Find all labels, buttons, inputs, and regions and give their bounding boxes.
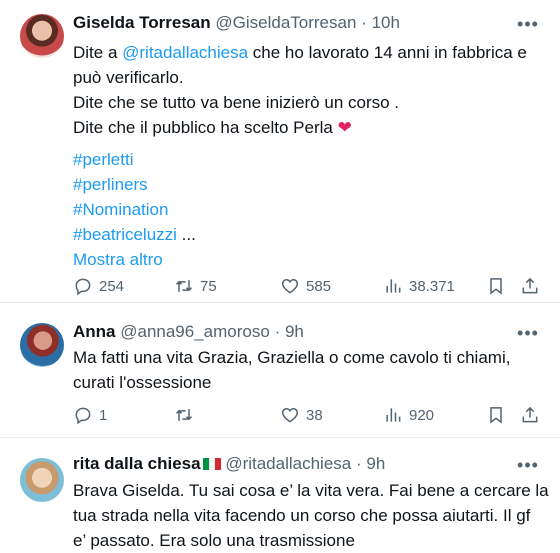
share-icon [522,406,538,423]
tweet-text: Ma fatti una vita Grazia, Graziella o co… [73,345,544,395]
tweet-line: Dite a @ritadallachiesa che ho lavorato … [73,40,544,65]
author-handle[interactable]: @anna96_amoroso [120,322,270,341]
mention-link[interactable]: @ritadallachiesa [122,43,248,62]
reply-button[interactable]: 254 [73,276,124,296]
reply-icon [75,407,91,425]
tweet-line: Dite che se tutto va bene inizierò un co… [73,93,400,112]
red-heart-emoji: ❤ [337,118,352,137]
action-bar: 254 75 585 38.371 [73,274,540,298]
like-count: 38 [306,406,323,424]
tweet-line: può verificarlo. [73,68,184,87]
tweet-header: Anna @anna96_amoroso · 9h [73,320,510,344]
like-button[interactable]: 585 [280,276,331,296]
timestamp[interactable]: 10h [372,13,400,32]
author-handle[interactable]: @GiseldaTorresan [215,13,356,32]
separator-dot: · [274,322,281,341]
tweet-line: #beatriceluzzi ... [73,222,544,247]
reply-count: 1 [99,406,108,424]
view-count: 38.371 [409,277,455,295]
like-button[interactable]: 38 [280,405,323,425]
bookmark-button[interactable] [486,276,506,296]
tweet[interactable]: rita dalla chiesa @ritadallachiesa · 9h … [0,438,560,550]
heart-icon [281,278,299,294]
author-name[interactable]: rita dalla chiesa [73,454,201,473]
action-bar: 1 38 920 [73,403,540,427]
view-count: 920 [409,406,435,424]
author-handle[interactable]: @ritadallachiesa [225,454,351,473]
retweet-count: 75 [200,277,217,295]
hashtag-link[interactable]: #beatriceluzzi [73,225,177,244]
tweet-line: tua strada nella vita facendo un corso c… [73,506,531,525]
author-name[interactable]: Anna [73,322,116,341]
text-segment: Dite a [73,43,123,62]
tweet-line: Brava Giselda. Tu sai cosa e’ la vita ve… [73,481,549,500]
like-count: 585 [306,277,332,295]
tweet-header: Giselda Torresan @GiseldaTorresan · 10h [73,11,510,35]
more-options-icon[interactable]: ••• [516,14,540,34]
heart-icon [281,407,299,423]
avatar[interactable] [20,458,64,502]
tweet-text: Dite a @ritadallachiesa che ho lavorato … [73,40,544,140]
bookmark-button[interactable] [486,405,506,425]
analytics-icon [386,279,401,293]
tweet-line: e’ passato. Era solo una trasmissione [73,531,355,550]
tweet-text: Brava Giselda. Tu sai cosa e’ la vita ve… [73,478,549,553]
more-options-icon[interactable]: ••• [516,455,540,475]
tweet-line: Dite che il pubblico ha scelto Perla ❤ [73,115,544,140]
tweet-line: Ma fatti una vita Grazia, Graziella o co… [73,348,511,367]
avatar[interactable] [20,323,64,367]
tweet[interactable]: Anna @anna96_amoroso · 9h ••• Ma fatti u… [0,303,560,438]
share-button[interactable] [520,405,540,425]
timestamp[interactable]: 9h [285,322,304,341]
share-icon [522,277,538,294]
retweet-icon [175,280,193,292]
flag-stripe-red [214,458,221,470]
reply-icon [75,278,91,296]
retweet-icon [175,409,193,421]
retweet-button[interactable] [174,405,200,425]
separator-dot: · [355,454,362,473]
bookmark-icon [490,407,502,424]
reply-count: 254 [99,277,125,295]
hashtag-link[interactable]: #Nomination [73,197,544,222]
text-segment: che ho lavorato 14 anni in fabbrica e [248,43,527,62]
timestamp[interactable]: 9h [366,454,385,473]
text-segment: Dite che il pubblico ha scelto Perla [73,118,338,137]
hashtag-link[interactable]: #perletti [73,147,544,172]
share-button[interactable] [520,276,540,296]
separator-dot: · [361,13,367,32]
show-more-link[interactable]: Mostra altro [73,247,544,272]
more-options-icon[interactable]: ••• [516,323,540,343]
views-button[interactable]: 920 [383,405,434,425]
tweet[interactable]: Giselda Torresan @GiseldaTorresan · 10h … [0,0,560,303]
author-name[interactable]: Giselda Torresan [73,13,211,32]
tweet-line: curati l'ossessione [73,373,212,392]
hashtag-link[interactable]: #perliners [73,172,544,197]
retweet-button[interactable]: 75 [174,276,217,296]
tweet-header: rita dalla chiesa @ritadallachiesa · 9h [73,452,510,476]
avatar[interactable] [20,14,64,58]
reply-button[interactable]: 1 [73,405,107,425]
hashtag-list: #perletti #perliners #Nomination #beatri… [73,147,544,272]
views-button[interactable]: 38.371 [383,276,455,296]
analytics-icon [386,408,401,422]
italy-flag-emoji [202,453,221,470]
bookmark-icon [490,278,502,295]
ellipsis: ... [176,225,196,244]
